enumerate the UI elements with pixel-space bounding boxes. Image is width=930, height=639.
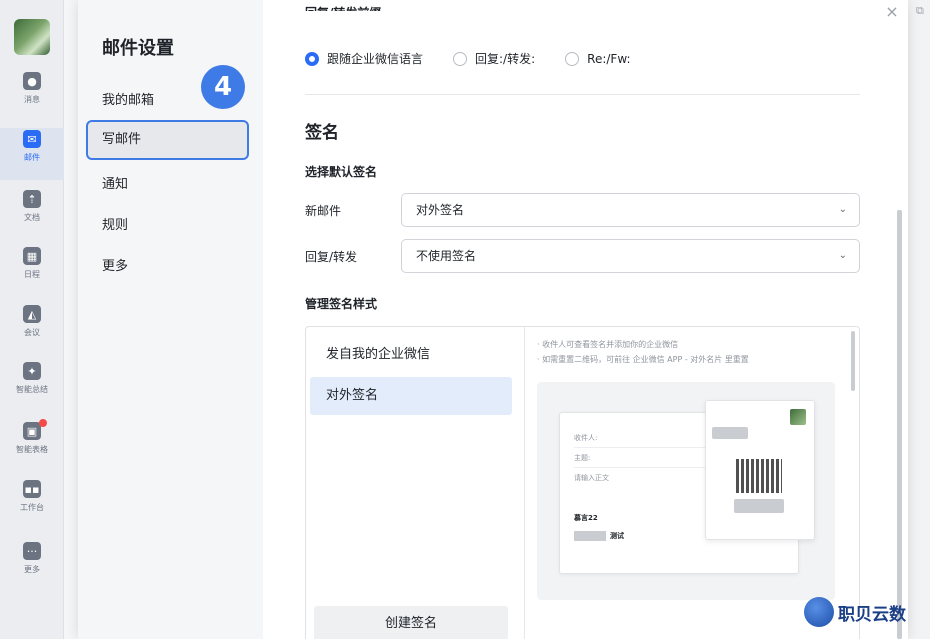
radio-dot — [565, 51, 580, 66]
background-panel — [64, 0, 78, 639]
app-window: ● 消息 ✉ 邮件 ⇡ 文档 ▦ 日程 ◭ 会议 ✦ 智能总结 ▣ 智能表格 ▪▪ 工作台 ··· 更多 邮件设置… — [0, 0, 930, 639]
to-label: 收件人: — [574, 434, 598, 442]
rail-item-label: 文档 — [24, 213, 40, 222]
sender-name: 慕言22 — [574, 514, 598, 522]
content-scrollbar[interactable] — [897, 210, 902, 639]
watermark-text: 职贝云数 — [838, 604, 906, 625]
reply-prefix-heading: 回复/转发前缀 — [305, 0, 381, 11]
rail-item-sheet[interactable]: ▣ 智能表格 — [0, 419, 64, 472]
calendar-icon: ▦ — [23, 247, 41, 265]
rail-item-mail[interactable]: ✉ 邮件 — [0, 128, 64, 180]
redacted-bar — [712, 427, 748, 439]
redacted-bar — [734, 499, 784, 513]
sign-text: 测试 — [610, 532, 624, 540]
settings-nav: 邮件设置 我的邮箱 写邮件 通知 规则 更多 4 — [78, 0, 263, 639]
nav-item-more[interactable]: 更多 — [86, 247, 249, 287]
watermark: 职贝云数 — [804, 597, 906, 627]
more-icon: ··· — [23, 542, 41, 560]
preview-tip: · 如需重置二维码，可前往 企业微信 APP - 对外名片 里重置 — [537, 355, 749, 364]
rail-item-sparkle[interactable]: ✦ 智能总结 — [0, 360, 64, 412]
rail-item-label: 日程 — [24, 270, 40, 279]
nav-item-rules[interactable]: 规则 — [86, 206, 249, 246]
default-signature-heading: 选择默认签名 — [305, 165, 378, 179]
radio-dot — [453, 51, 468, 66]
signature-list: 发自我的企业微信 对外签名 创建签名 — [306, 327, 525, 639]
body-placeholder: 请输入正文 — [574, 474, 609, 482]
close-icon[interactable]: × — [880, 0, 904, 24]
create-signature-button[interactable]: 创建签名 — [314, 606, 508, 639]
watermark-logo-icon — [804, 597, 834, 627]
chat-icon: ● — [23, 72, 41, 90]
rail-item-label: 更多 — [24, 565, 40, 574]
preview-tip: · 收件人可查看签名并添加你的企业微信 — [537, 340, 679, 349]
reply-signature-select[interactable]: 不使用签名 ⌄ — [401, 239, 860, 273]
rail-item-label: 智能表格 — [16, 445, 48, 454]
settings-title: 邮件设置 — [102, 38, 174, 59]
rail-item-label: 工作台 — [20, 503, 44, 512]
step-number-badge: 4 — [201, 65, 245, 109]
subject-label: 主题: — [574, 454, 591, 462]
chevron-down-icon: ⌄ — [838, 204, 847, 215]
rail-item-calendar[interactable]: ▦ 日程 — [0, 245, 64, 297]
business-card-preview — [705, 400, 815, 540]
card-avatar — [790, 409, 806, 425]
section-divider — [305, 94, 860, 95]
reply-prefix-options: 跟随企业微信语言 回复:/转发: Re:/Fw: — [305, 50, 661, 67]
select-value: 不使用签名 — [416, 249, 477, 263]
signature-heading: 签名 — [305, 123, 339, 143]
settings-content: 回复/转发前缀 跟随企业微信语言 回复:/转发: Re:/Fw: 签名 选择默认… — [263, 0, 898, 639]
mail-icon: ✉ — [23, 130, 41, 148]
notification-dot — [39, 419, 47, 427]
rail-item-label: 消息 — [24, 95, 40, 104]
qr-code-icon — [736, 459, 782, 493]
rail-item-meeting[interactable]: ◭ 会议 — [0, 303, 64, 355]
nav-item-notify[interactable]: 通知 — [86, 165, 249, 205]
radio-follow-language[interactable]: 跟随企业微信语言 — [305, 50, 423, 67]
signature-preview: · 收件人可查看签名并添加你的企业微信 · 如需重置二维码，可前往 企业微信 A… — [525, 327, 859, 639]
reply-forward-label: 回复/转发 — [305, 250, 358, 264]
new-mail-label: 新邮件 — [305, 204, 342, 218]
doc-icon: ⇡ — [23, 190, 41, 208]
radio-label: 跟随企业微信语言 — [327, 52, 424, 66]
radio-dot — [305, 51, 319, 66]
app-rail: ● 消息 ✉ 邮件 ⇡ 文档 ▦ 日程 ◭ 会议 ✦ 智能总结 ▣ 智能表格 ▪▪ 工作台 ··· 更多 — [0, 0, 64, 639]
rail-item-label: 智能总结 — [16, 385, 48, 394]
radio-english-prefix[interactable]: Re:/Fw: — [565, 51, 631, 66]
preview-scrollbar[interactable] — [851, 331, 855, 391]
sheet-icon: ▣ — [23, 422, 41, 440]
meeting-icon: ◭ — [23, 305, 41, 323]
rail-item-doc[interactable]: ⇡ 文档 — [0, 188, 64, 240]
new-mail-signature-select[interactable]: 对外签名 ⌄ — [401, 193, 860, 227]
select-value: 对外签名 — [416, 203, 465, 217]
signature-manager: 发自我的企业微信 对外签名 创建签名 · 收件人可查看签名并添加你的企业微信 ·… — [305, 326, 860, 639]
rail-item-more[interactable]: ··· 更多 — [0, 540, 64, 592]
grid-icon: ▪▪ — [23, 480, 41, 498]
rail-item-label: 会议 — [24, 328, 40, 337]
manage-signature-heading: 管理签名样式 — [305, 297, 378, 311]
signature-item-selected[interactable]: 对外签名 — [310, 377, 512, 415]
radio-label: 回复:/转发: — [475, 52, 536, 66]
rail-item-grid[interactable]: ▪▪ 工作台 — [0, 478, 64, 530]
nav-item-compose[interactable]: 写邮件 — [86, 120, 249, 160]
user-avatar[interactable] — [14, 19, 50, 55]
radio-label: Re:/Fw: — [587, 51, 631, 66]
chevron-down-icon: ⌄ — [838, 250, 847, 261]
redacted-bar — [574, 531, 606, 541]
radio-chinese-prefix[interactable]: 回复:/转发: — [453, 50, 535, 67]
signature-item[interactable]: 发自我的企业微信 — [310, 336, 512, 374]
preview-canvas: 收件人: 主题: 请输入正文 慕言22 测试 — [537, 382, 835, 600]
popout-icon[interactable]: ⧉ — [916, 4, 924, 18]
rail-item-chat[interactable]: ● 消息 — [0, 70, 64, 122]
rail-item-label: 邮件 — [24, 153, 40, 162]
sparkle-icon: ✦ — [23, 362, 41, 380]
mail-settings-dialog: 邮件设置 我的邮箱 写邮件 通知 规则 更多 4 回复/转发前缀 跟随企业微信语… — [78, 0, 908, 639]
